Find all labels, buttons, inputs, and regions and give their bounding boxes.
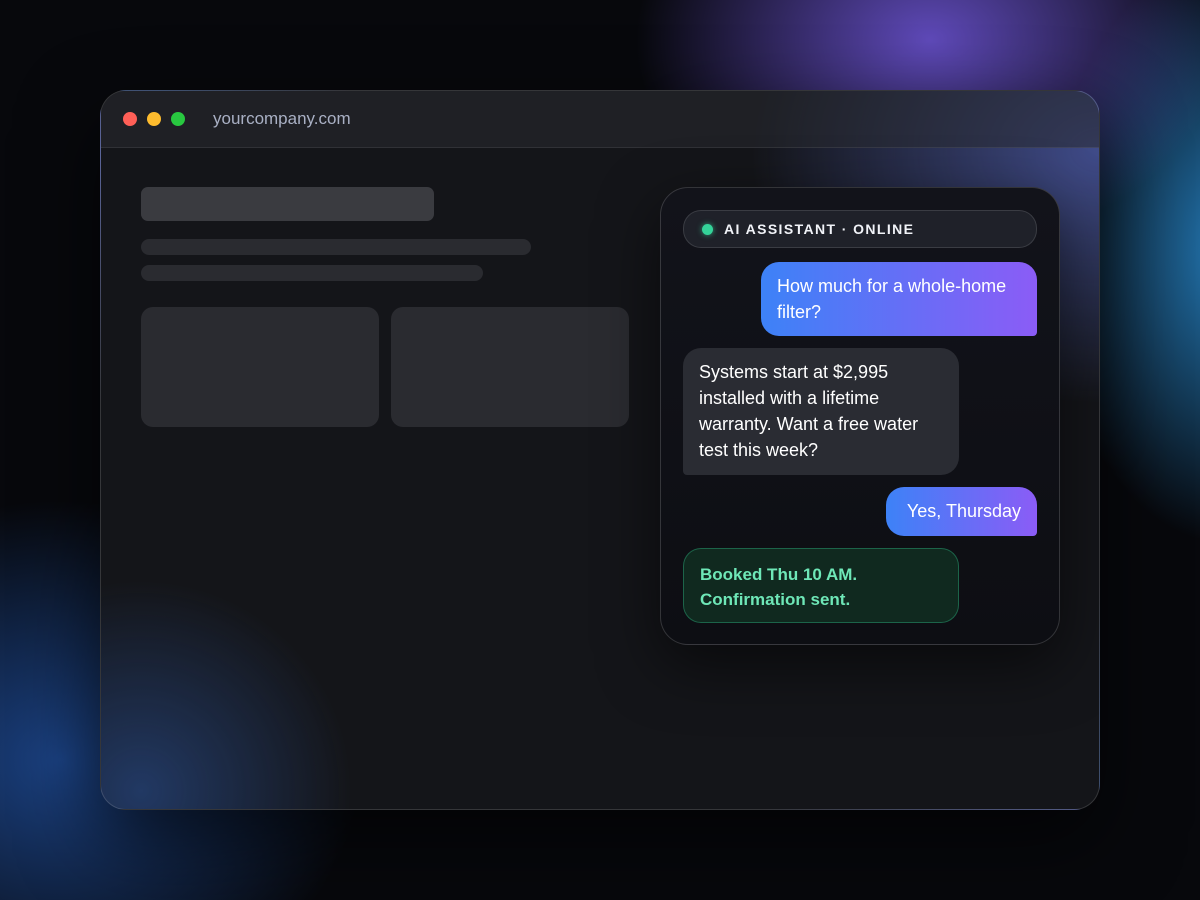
background: yourcompany.com AI ASSISTANT · ONLINE Ho… <box>0 0 1200 900</box>
close-window-button[interactable] <box>123 112 137 126</box>
skeleton-text-line <box>141 239 531 255</box>
address-bar-url[interactable]: yourcompany.com <box>213 108 351 130</box>
browser-window: yourcompany.com AI ASSISTANT · ONLINE Ho… <box>100 90 1100 810</box>
skeleton-card <box>391 307 629 427</box>
chat-widget: AI ASSISTANT · ONLINE How much for a who… <box>660 187 1060 645</box>
skeleton-card <box>141 307 379 427</box>
browser-titlebar: yourcompany.com <box>101 91 1099 148</box>
assistant-status-label: AI ASSISTANT · ONLINE <box>724 221 915 237</box>
booking-confirmation-message: Booked Thu 10 AM. Confirmation sent. <box>683 548 959 623</box>
user-message-bubble: Yes, Thursday <box>886 487 1037 536</box>
online-status-dot <box>702 224 713 235</box>
minimize-window-button[interactable] <box>147 112 161 126</box>
maximize-window-button[interactable] <box>171 112 185 126</box>
skeleton-heading <box>141 187 434 221</box>
user-message-bubble: How much for a whole-home filter? <box>761 262 1037 336</box>
skeleton-text-line <box>141 265 483 281</box>
assistant-status-pill: AI ASSISTANT · ONLINE <box>683 210 1037 248</box>
assistant-message-bubble: Systems start at $2,995 installed with a… <box>683 348 959 475</box>
